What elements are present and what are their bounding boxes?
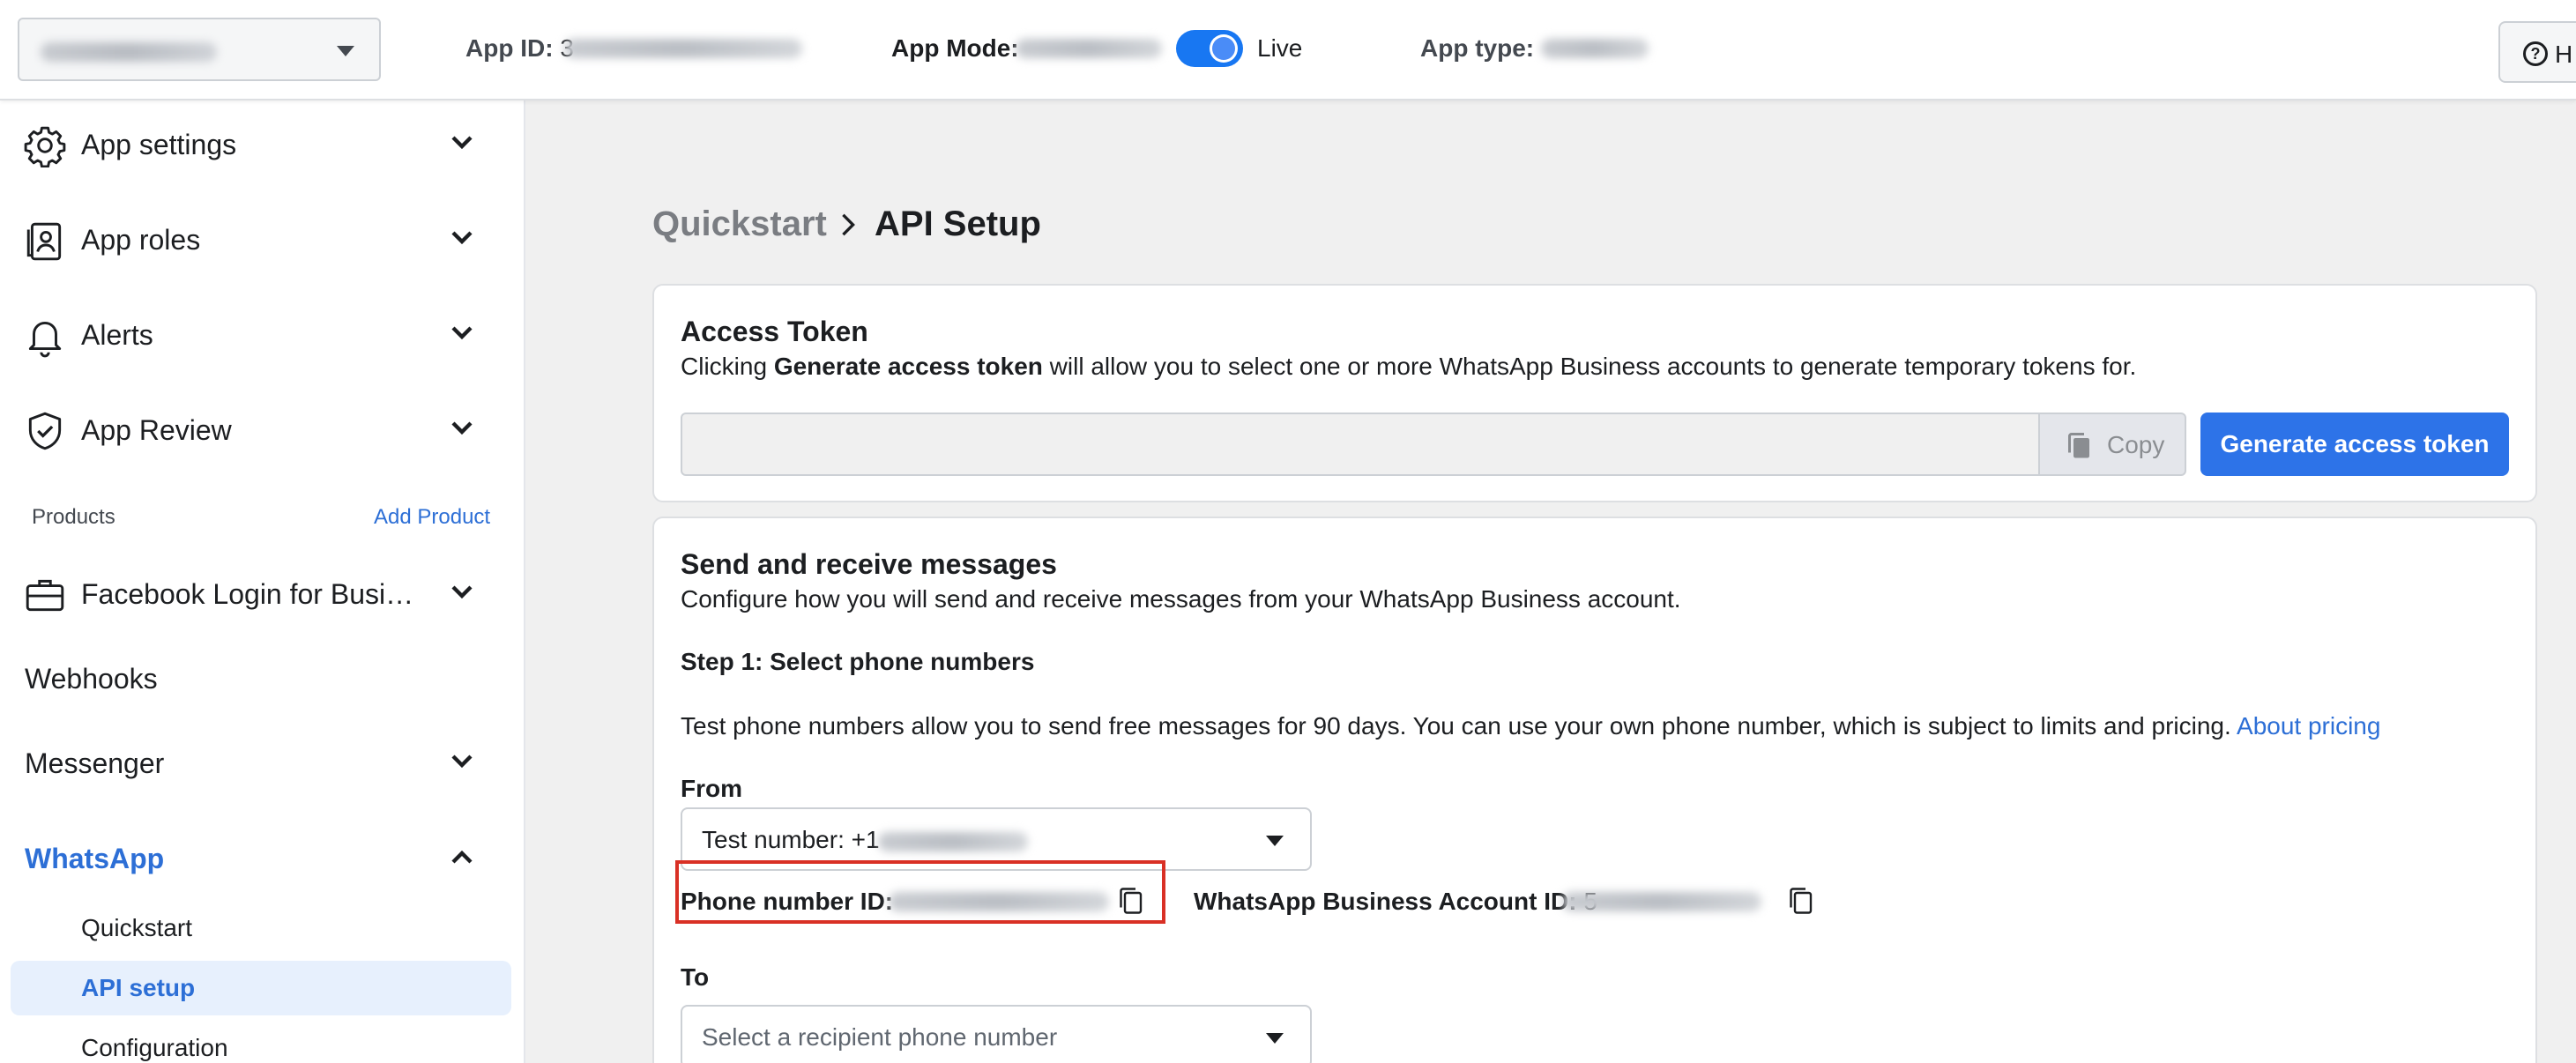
sidebar-subitem-label: API setup [81, 974, 196, 1001]
sidebar-item-app-settings[interactable]: App settings [0, 108, 525, 178]
sidebar-item-messenger[interactable]: Messenger [0, 726, 525, 797]
to-label: To [681, 963, 710, 991]
waba-id-redacted [1562, 892, 1761, 911]
about-pricing-link[interactable]: About pricing [2237, 712, 2380, 740]
chevron-down-icon [451, 326, 473, 340]
sidebar-item-label: WhatsApp [25, 843, 165, 874]
sidebar-item-app-roles[interactable]: App roles [0, 203, 525, 273]
app-name-redacted [41, 42, 217, 62]
caret-down-icon [337, 46, 354, 56]
chevron-up-icon [451, 850, 473, 864]
help-label: H [2555, 41, 2573, 68]
sidebar-item-alerts[interactable]: Alerts [0, 298, 525, 368]
app-mode-toggle[interactable] [1176, 30, 1243, 67]
from-phone-value: Test number: +1 [702, 826, 880, 853]
sidebar-subitem-api-setup[interactable]: API setup [11, 961, 511, 1015]
waba-id-label: WhatsApp Business Account ID: 5 [1194, 887, 1597, 917]
gear-icon [24, 126, 66, 167]
phone-number-redacted [878, 832, 1028, 851]
phone-number-id-highlight [675, 860, 1165, 924]
caret-down-icon [1266, 836, 1284, 846]
access-token-card: Access Token Clicking Generate access to… [652, 284, 2537, 502]
live-label: Live [1257, 34, 1303, 62]
sidebar-item-webhooks[interactable]: Webhooks [0, 642, 525, 712]
chevron-down-icon [451, 231, 473, 245]
app-mode-redacted [1016, 39, 1162, 58]
sidebar-item-label: App settings [81, 129, 237, 160]
sidebar-item-app-review[interactable]: App Review [0, 393, 525, 464]
send-receive-messages-card: Send and receive messages Configure how … [652, 517, 2537, 1063]
sidebar-subitem-quickstart[interactable]: Quickstart [11, 901, 511, 955]
app-selector[interactable] [18, 18, 381, 81]
messages-description: Configure how you will send and receive … [681, 585, 1681, 613]
chevron-down-icon [451, 421, 473, 435]
sidebar: App settings App roles Alerts App Review… [0, 100, 525, 1063]
chevron-down-icon [451, 136, 473, 150]
to-phone-select[interactable]: Select a recipient phone number [681, 1005, 1312, 1063]
id-badge-icon [26, 222, 62, 261]
to-phone-placeholder: Select a recipient phone number [702, 1023, 1058, 1051]
access-token-title: Access Token [681, 316, 868, 347]
add-product-link[interactable]: Add Product [374, 504, 490, 531]
app-id-redacted [564, 39, 802, 58]
bell-icon [28, 321, 62, 358]
copy-icon [2068, 433, 2089, 458]
from-label: From [681, 775, 742, 802]
messages-title: Send and receive messages [681, 548, 1057, 580]
sidebar-item-label: Alerts [81, 319, 153, 351]
sidebar-item-label: Facebook Login for Busi… [81, 578, 414, 610]
caret-down-icon [1266, 1033, 1284, 1044]
sidebar-item-label: App roles [81, 224, 201, 256]
test-numbers-info: Test phone numbers allow you to send fre… [681, 712, 2381, 740]
access-token-description: Clicking Generate access token will allo… [681, 353, 2137, 380]
shield-check-icon [28, 412, 62, 450]
top-bar: App ID: 3 App Mode: Live App type: ? H [0, 0, 2576, 100]
help-icon: ? [2523, 41, 2548, 66]
page-title: API Setup [875, 204, 1041, 243]
chevron-down-icon [451, 585, 473, 599]
briefcase-icon [26, 579, 64, 612]
sidebar-subitem-configuration[interactable]: Configuration [11, 1021, 511, 1063]
step-1-title: Step 1: Select phone numbers [681, 648, 1035, 675]
app-type-redacted [1541, 39, 1649, 58]
sidebar-item-whatsapp[interactable]: WhatsApp [0, 821, 525, 892]
help-button[interactable]: ? H [2498, 21, 2576, 83]
copy-waba-id-icon[interactable] [1784, 885, 1816, 917]
sidebar-item-label: Webhooks [25, 663, 158, 695]
chevron-right-icon [842, 213, 855, 236]
generate-access-token-button[interactable]: Generate access token [2200, 413, 2509, 476]
sidebar-item-label: App Review [81, 414, 232, 446]
sidebar-item-label: Messenger [25, 747, 165, 779]
app-id-label: App ID: 3 [465, 33, 574, 63]
sidebar-item-facebook-login[interactable]: Facebook Login for Busi… [0, 557, 525, 628]
app-type-label: App type: [1420, 34, 1535, 62]
access-token-field[interactable] [681, 413, 2066, 476]
sidebar-subitem-label: Quickstart [81, 914, 193, 941]
copy-label: Copy [2107, 431, 2165, 458]
app-mode-label: App Mode: [891, 34, 1019, 62]
chevron-down-icon [451, 755, 473, 769]
copy-token-button[interactable]: Copy [2038, 413, 2186, 476]
breadcrumb-quickstart[interactable]: Quickstart [652, 203, 827, 245]
products-header: Products [32, 505, 115, 529]
sidebar-subitem-label: Configuration [81, 1034, 228, 1061]
